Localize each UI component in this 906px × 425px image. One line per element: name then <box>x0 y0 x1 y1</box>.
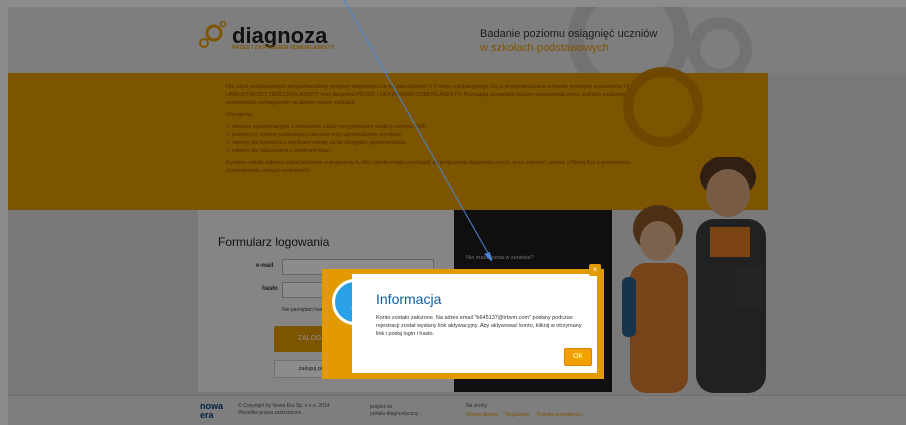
page: diagnoza PRZED I ZA PROGIEM ODMORLASKETY… <box>0 0 906 425</box>
pointer-arrow <box>343 0 493 262</box>
